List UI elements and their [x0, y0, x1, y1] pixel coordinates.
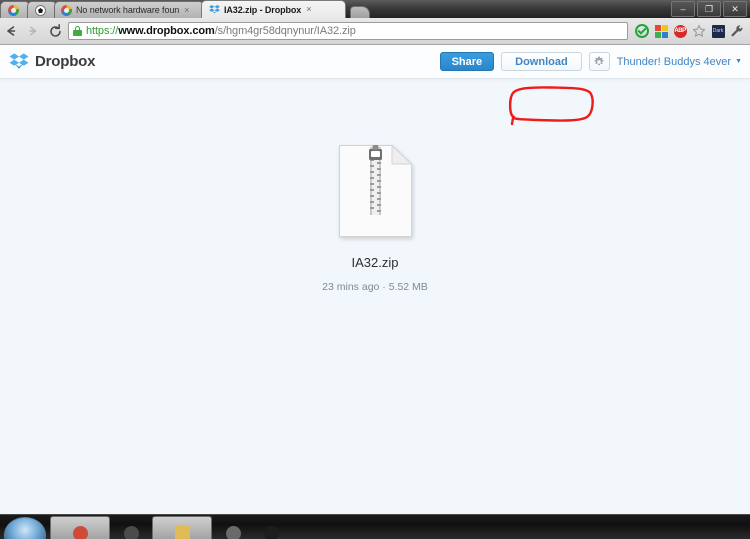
tab-no-network-hardware[interactable]: No network hardware foun ×	[54, 1, 204, 18]
windows-taskbar	[0, 514, 750, 539]
soccer-ball-favicon-icon	[34, 4, 46, 16]
taskbar-icon	[263, 525, 279, 539]
taskbar-item-2[interactable]	[114, 516, 148, 539]
share-button[interactable]: Share	[439, 52, 495, 71]
header-actions: Share Download Thunder! Buddys 4ever ▼	[439, 52, 750, 71]
tab-title: No network hardware foun	[76, 5, 180, 15]
pinned-tab-1[interactable]	[0, 1, 30, 18]
file-name-label: IA32.zip	[351, 255, 399, 270]
back-button[interactable]	[0, 19, 22, 43]
taskbar-item-1[interactable]	[50, 516, 110, 539]
tab-title: IA32.zip - Dropbox	[224, 4, 302, 15]
tab-close-icon[interactable]: ×	[306, 5, 311, 14]
bookmark-star-icon[interactable]	[691, 23, 707, 39]
adblock-plus-icon[interactable]: ABP	[672, 23, 688, 39]
file-meta-label: 23 mins ago · 5.52 MB	[322, 281, 428, 293]
new-tab-button[interactable]	[350, 6, 370, 18]
dark-extension-label: Dark	[711, 24, 725, 38]
minimize-button[interactable]: –	[671, 1, 695, 17]
dropbox-brand[interactable]: Dropbox	[0, 52, 95, 71]
color-grid-extension-icon[interactable]	[653, 23, 669, 39]
taskbar-item-4[interactable]	[216, 516, 250, 539]
maximize-button[interactable]: ❐	[697, 1, 721, 17]
tab-close-icon[interactable]: ×	[184, 5, 189, 15]
window-controls: – ❐ ✕	[671, 1, 747, 17]
taskbar-icon	[72, 526, 88, 539]
swirl-favicon-icon	[61, 4, 72, 16]
user-account-menu[interactable]: Thunder! Buddys 4ever ▼	[617, 56, 742, 68]
address-bar[interactable]: https://www.dropbox.com/s/hgm4gr58dqnynu…	[68, 22, 628, 40]
dropbox-header: Dropbox Share Download Thunder! Buddys 4…	[0, 45, 750, 79]
toolbar-extension-icons: ABP Dark	[634, 23, 750, 39]
pinned-tab-2[interactable]	[27, 1, 57, 18]
chrome-wrench-menu-icon[interactable]	[729, 23, 745, 39]
forward-button[interactable]	[22, 19, 44, 43]
taskbar-item-5[interactable]	[254, 516, 288, 539]
user-name-label: Thunder! Buddys 4ever	[616, 55, 732, 68]
settings-gear-button[interactable]	[588, 52, 610, 71]
dark-extension-icon[interactable]: Dark	[710, 23, 726, 39]
page-content: Dropbox Share Download Thunder! Buddys 4…	[0, 45, 750, 515]
browser-toolbar: https://www.dropbox.com/s/hgm4gr58dqnynu…	[0, 18, 750, 45]
url-path: /s/hgm4gr58dqnynur/IA32.zip	[214, 25, 356, 37]
taskbar-icon	[174, 526, 190, 539]
swirl-favicon-icon	[7, 4, 19, 16]
url-scheme: https://	[86, 25, 119, 37]
https-lock-icon	[73, 26, 82, 36]
file-preview-area: IA32.zip 23 mins ago · 5.52 MB	[0, 78, 750, 515]
dropbox-logo-icon	[9, 52, 29, 71]
dropbox-brand-label: Dropbox	[35, 53, 96, 70]
taskbar-icon	[225, 525, 241, 539]
window-title-bar: No network hardware foun × IA32.zip - Dr…	[0, 0, 750, 18]
url-host: www.dropbox.com	[118, 25, 215, 37]
tab-strip: No network hardware foun × IA32.zip - Dr…	[0, 0, 370, 18]
close-button[interactable]: ✕	[723, 1, 747, 17]
chevron-down-icon: ▼	[735, 58, 742, 65]
taskbar-item-3[interactable]	[152, 516, 212, 539]
tab-ia32-zip-dropbox[interactable]: IA32.zip - Dropbox ×	[201, 0, 346, 18]
zip-file-icon[interactable]	[338, 144, 413, 237]
dropbox-favicon-icon	[209, 4, 220, 15]
download-button[interactable]: Download	[501, 52, 582, 71]
url-text: https://www.dropbox.com/s/hgm4gr58dqnynu…	[86, 25, 356, 37]
adblock-label: ABP	[673, 24, 687, 38]
browser-window: No network hardware foun × IA32.zip - Dr…	[0, 0, 750, 539]
gear-icon	[594, 56, 604, 65]
taskbar-icon	[123, 525, 139, 539]
reload-button[interactable]	[44, 19, 66, 43]
start-button[interactable]	[4, 517, 46, 539]
wot-reputation-icon[interactable]	[634, 23, 650, 39]
